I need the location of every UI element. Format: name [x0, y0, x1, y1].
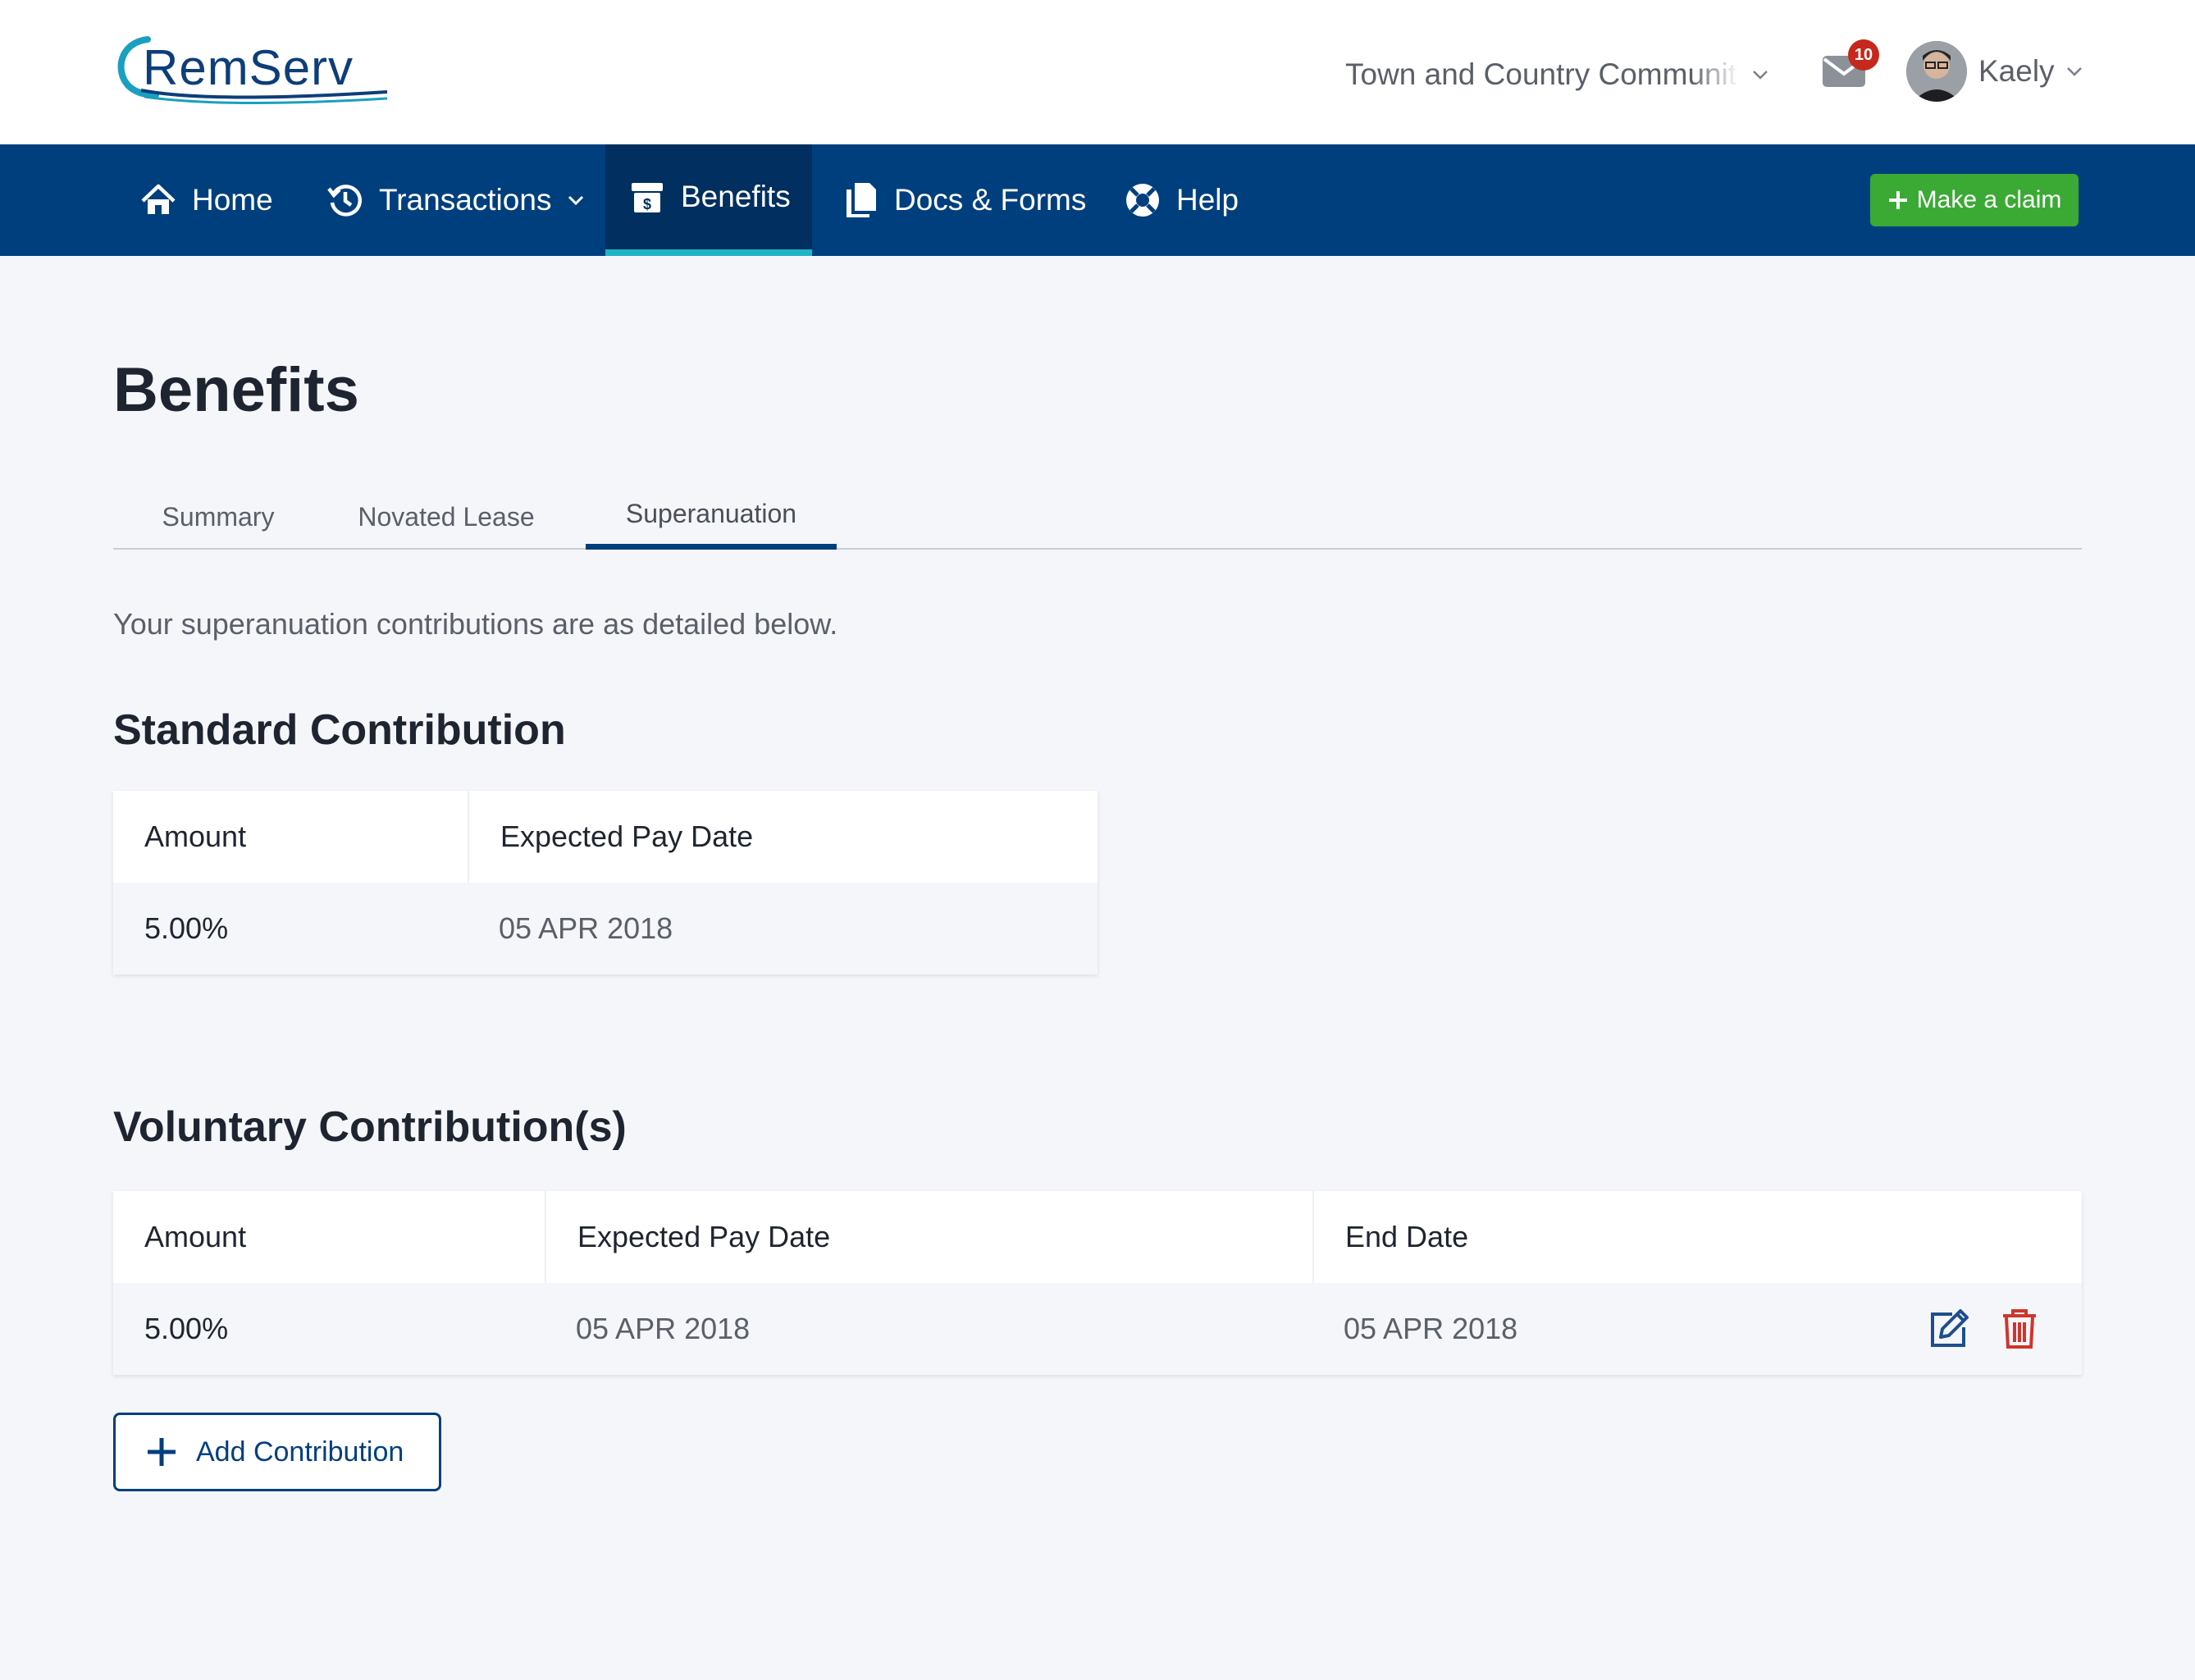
amount-value: 5.00%	[144, 1312, 229, 1345]
column-header-amount: Amount	[144, 819, 247, 853]
tab-summary[interactable]: Summary	[113, 484, 323, 550]
svg-text:$: $	[643, 196, 651, 212]
nav-home[interactable]: Home	[139, 144, 273, 256]
tab-superanuation[interactable]: Superanuation	[586, 484, 837, 550]
column-header-end-date: End Date	[1312, 1191, 2082, 1283]
row-actions	[1928, 1308, 2041, 1350]
table-row: 5.00% 05 APR 2018	[113, 883, 1098, 975]
add-contribution-label: Add Contribution	[196, 1436, 404, 1468]
column-header-amount: Amount	[144, 1220, 247, 1253]
make-claim-button[interactable]: Make a claim	[1870, 174, 2079, 226]
nav-home-label: Home	[192, 183, 273, 217]
column-header-expected-pay-date: Expected Pay Date	[468, 791, 1098, 883]
plus-icon	[1888, 191, 1907, 209]
nav-docs-forms[interactable]: Docs & Forms	[842, 144, 1086, 256]
user-menu[interactable]: Kaely	[1978, 54, 2084, 89]
plus-icon	[148, 1438, 176, 1466]
chevron-down-icon	[568, 195, 584, 206]
tab-novated-lease[interactable]: Novated Lease	[323, 484, 569, 550]
nav-transactions[interactable]: Transactions	[326, 144, 586, 256]
organisation-name: Town and Country Community	[1345, 57, 1739, 91]
documents-icon	[847, 183, 876, 217]
nav-help-label: Help	[1176, 183, 1239, 217]
standard-contribution-title: Standard Contribution	[113, 706, 566, 754]
make-claim-label: Make a claim	[1916, 186, 2062, 213]
nav-docs-label: Docs & Forms	[894, 183, 1087, 217]
user-name: Kaely	[1978, 54, 2055, 88]
chevron-down-icon	[2066, 67, 2082, 76]
organisation-selector[interactable]: Town and Country Community	[1345, 54, 1770, 95]
page-title: Benefits	[113, 355, 359, 425]
voluntary-contribution-table: Amount Expected Pay Date End Date 5.00% …	[113, 1191, 2082, 1375]
benefit-tabs: Summary Novated Lease Superanuation	[113, 484, 2082, 550]
standard-contribution-table: Amount Expected Pay Date 5.00% 05 APR 20…	[113, 791, 1098, 975]
column-header-expected-pay-date: Expected Pay Date	[545, 1191, 1312, 1283]
voluntary-contribution-title: Voluntary Contribution(s)	[113, 1103, 627, 1151]
avatar[interactable]	[1906, 41, 1967, 102]
expected-pay-date-value: 05 APR 2018	[576, 1312, 751, 1345]
nav-help[interactable]: Help	[1124, 144, 1239, 256]
notification-badge: 10	[1848, 39, 1879, 71]
expected-pay-date-value: 05 APR 2018	[499, 911, 673, 945]
tab-novated-lease-label: Novated Lease	[358, 501, 535, 532]
intro-text: Your superanuation contributions are as …	[113, 607, 838, 641]
nav-transactions-label: Transactions	[379, 183, 552, 217]
nav-benefits-label: Benefits	[681, 180, 791, 213]
chevron-down-icon	[1753, 71, 1768, 80]
delete-icon[interactable]	[1998, 1308, 2041, 1350]
home-icon	[141, 184, 176, 214]
logo-text: RemServ	[143, 40, 354, 95]
add-contribution-button[interactable]: Add Contribution	[113, 1413, 441, 1491]
end-date-value: 05 APR 2018	[1344, 1312, 1518, 1345]
lifebuoy-icon	[1126, 184, 1159, 217]
top-header: RemServ Town and Country Community 10 Ka…	[0, 0, 2195, 144]
amount-value: 5.00%	[144, 911, 229, 945]
main-nav: Home Transactions $ Benefits Docs & Form…	[0, 144, 2195, 256]
history-icon	[327, 185, 363, 217]
benefits-box-icon: $	[632, 183, 663, 212]
table-header: Amount Expected Pay Date End Date	[113, 1191, 2082, 1283]
table-header: Amount Expected Pay Date	[113, 791, 1098, 883]
table-row: 5.00% 05 APR 2018 05 APR 2018	[113, 1283, 2082, 1375]
nav-benefits[interactable]: $ Benefits	[605, 144, 812, 256]
edit-icon[interactable]	[1928, 1308, 1970, 1350]
remserv-logo[interactable]: RemServ	[112, 34, 390, 105]
tab-summary-label: Summary	[162, 501, 275, 532]
tab-superanuation-label: Superanuation	[625, 499, 797, 528]
